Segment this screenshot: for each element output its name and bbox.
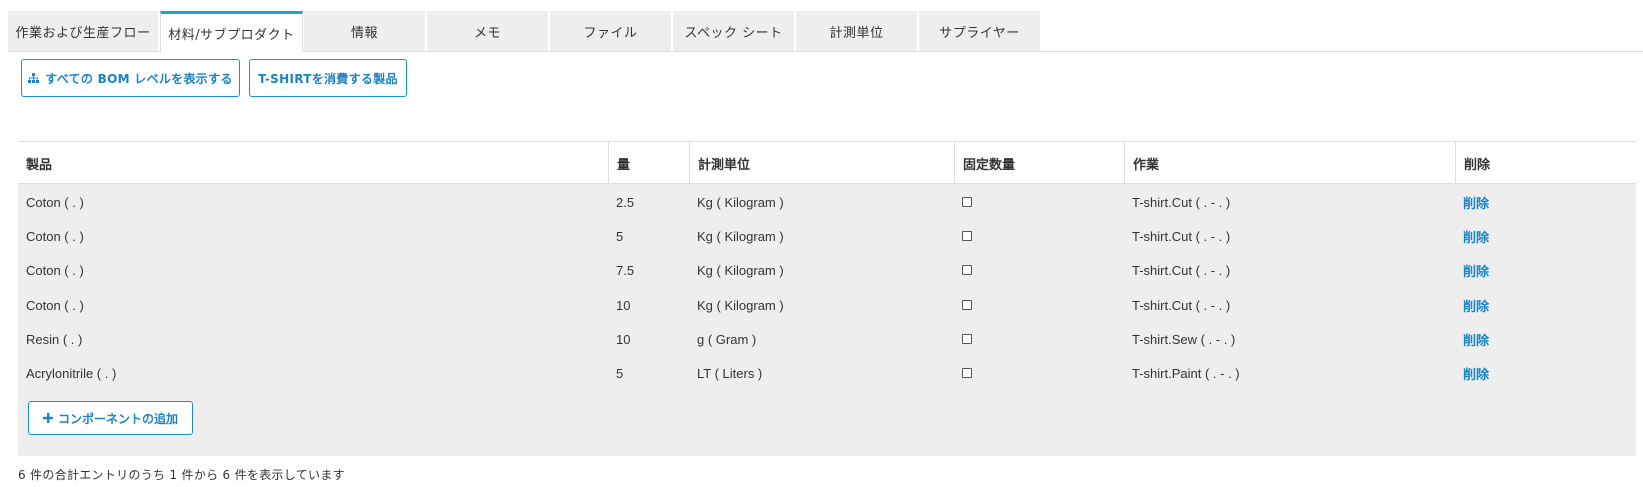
header-delete: 削除	[1455, 142, 1636, 184]
header-quantity[interactable]: 量	[608, 142, 689, 184]
header-product[interactable]: 製品	[18, 142, 608, 184]
unit-cell: Kg ( Kilogram )	[697, 297, 784, 313]
fixed-quantity-cell	[954, 218, 972, 254]
tab-files[interactable]: ファイル	[550, 11, 672, 51]
unit-cell: Kg ( Kilogram )	[697, 194, 784, 210]
quantity-cell: 5	[616, 365, 624, 381]
fixed-quantity-cell	[954, 184, 972, 220]
unit-cell: Kg ( Kilogram )	[697, 262, 784, 278]
operation-cell: T-shirt.Cut ( . - . )	[1132, 297, 1231, 313]
fixed-quantity-cell	[954, 355, 972, 391]
table-row: Resin ( . ) 10 g ( Gram ) T-shirt.Sew ( …	[18, 321, 1636, 357]
product-cell: Coton ( . )	[26, 297, 84, 313]
fixed-quantity-checkbox[interactable]	[962, 300, 972, 310]
unit-cell: g ( Gram )	[697, 331, 757, 347]
sitemap-icon	[28, 73, 40, 83]
tab-operations[interactable]: 作業および生産フロー	[8, 11, 159, 51]
plus-icon	[42, 413, 53, 423]
fixed-quantity-cell	[954, 252, 972, 288]
operation-cell: T-shirt.Cut ( . - . )	[1132, 194, 1231, 210]
quantity-cell: 10	[616, 331, 631, 347]
tab-units[interactable]: 計測単位	[796, 11, 918, 51]
fixed-quantity-checkbox[interactable]	[962, 265, 972, 275]
add-component-button[interactable]: コンポーネントの追加	[28, 401, 193, 435]
table-row: Coton ( . ) 2.5 Kg ( Kilogram ) T-shirt.…	[18, 184, 1636, 220]
operation-cell: T-shirt.Sew ( . - . )	[1132, 331, 1236, 347]
show-all-bom-levels-button[interactable]: すべての BOM レベルを表示する	[21, 59, 240, 97]
table-row: Coton ( . ) 5 Kg ( Kilogram ) T-shirt.Cu…	[18, 218, 1636, 254]
delete-link[interactable]: 削除	[1455, 218, 1489, 254]
tab-suppliers[interactable]: サプライヤー	[919, 11, 1041, 51]
product-cell: Coton ( . )	[26, 194, 84, 210]
table-row: Coton ( . ) 10 Kg ( Kilogram ) T-shirt.C…	[18, 287, 1636, 323]
header-unit[interactable]: 計測単位	[689, 142, 954, 184]
fixed-quantity-checkbox[interactable]	[962, 231, 972, 241]
operation-cell: T-shirt.Cut ( . - . )	[1132, 262, 1231, 278]
delete-link[interactable]: 削除	[1455, 321, 1489, 357]
delete-link[interactable]: 削除	[1455, 252, 1489, 288]
tab-spec-sheet[interactable]: スペック シート	[673, 11, 795, 51]
product-cell: Acrylonitrile ( . )	[26, 365, 117, 381]
consuming-products-label: T-SHIRTを消費する製品	[258, 71, 398, 86]
unit-cell: LT ( Liters )	[697, 365, 763, 381]
product-cell: Coton ( . )	[26, 262, 84, 278]
quantity-cell: 10	[616, 297, 631, 313]
product-cell: Coton ( . )	[26, 228, 84, 244]
header-operation[interactable]: 作業	[1124, 142, 1455, 184]
fixed-quantity-cell	[954, 287, 972, 323]
table-row: Coton ( . ) 7.5 Kg ( Kilogram ) T-shirt.…	[18, 252, 1636, 288]
header-fixed-quantity[interactable]: 固定数量	[954, 142, 1124, 184]
delete-link[interactable]: 削除	[1455, 355, 1489, 391]
fixed-quantity-checkbox[interactable]	[962, 368, 972, 378]
show-all-bom-levels-label: すべての BOM レベルを表示する	[45, 71, 233, 86]
pagination-summary: 6 件の合計エントリのうち 1 件から 6 件を表示しています	[18, 468, 345, 482]
tab-bar: 作業および生産フロー 材料/サブプロダクト 情報 メモ ファイル スペック シー…	[8, 11, 1643, 52]
quantity-cell: 7.5	[616, 262, 635, 278]
operation-cell: T-shirt.Paint ( . - . )	[1132, 365, 1240, 381]
tab-materials[interactable]: 材料/サブプロダクト	[160, 11, 303, 52]
delete-link[interactable]: 削除	[1455, 287, 1489, 323]
table-body: Coton ( . ) 2.5 Kg ( Kilogram ) T-shirt.…	[18, 184, 1636, 456]
fixed-quantity-checkbox[interactable]	[962, 334, 972, 344]
table-header: 製品 量 計測単位 固定数量 作業 削除	[18, 141, 1636, 184]
table-row: Acrylonitrile ( . ) 5 LT ( Liters ) T-sh…	[18, 355, 1636, 391]
quantity-cell: 5	[616, 228, 624, 244]
product-cell: Resin ( . )	[26, 331, 83, 347]
tab-info[interactable]: 情報	[304, 11, 426, 51]
tab-notes[interactable]: メモ	[427, 11, 549, 51]
delete-link[interactable]: 削除	[1455, 184, 1489, 220]
unit-cell: Kg ( Kilogram )	[697, 228, 784, 244]
consuming-products-button[interactable]: T-SHIRTを消費する製品	[249, 59, 407, 97]
add-component-label: コンポーネントの追加	[57, 411, 178, 426]
fixed-quantity-cell	[954, 321, 972, 357]
fixed-quantity-checkbox[interactable]	[962, 197, 972, 207]
operation-cell: T-shirt.Cut ( . - . )	[1132, 228, 1231, 244]
quantity-cell: 2.5	[616, 194, 635, 210]
